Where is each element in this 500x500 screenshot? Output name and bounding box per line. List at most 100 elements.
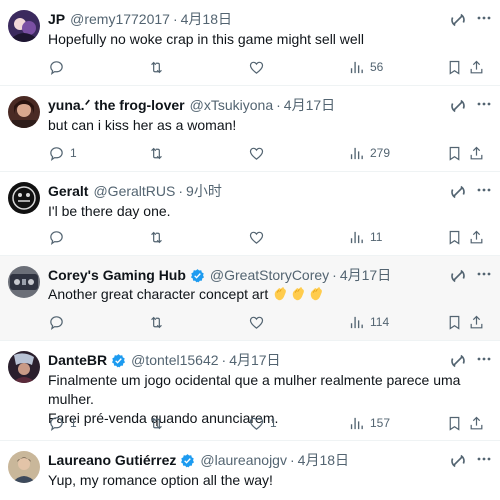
views-button[interactable]: 11	[348, 227, 382, 247]
avatar[interactable]	[8, 96, 40, 128]
avatar[interactable]	[8, 182, 40, 214]
like-icon	[249, 231, 264, 244]
author-name[interactable]: JP	[48, 11, 65, 27]
author-name[interactable]: Geralt	[48, 183, 88, 199]
author-handle[interactable]: @xTsukiyona	[190, 97, 273, 113]
like-button[interactable]	[248, 312, 270, 332]
author-name[interactable]: Corey's Gaming Hub	[48, 267, 186, 283]
like-button[interactable]: 1	[248, 413, 277, 433]
timestamp[interactable]: 9小时	[186, 182, 222, 200]
grok-icon[interactable]	[450, 453, 466, 469]
grok-icon[interactable]	[450, 98, 466, 114]
author-handle[interactable]: @GeraltRUS	[93, 183, 175, 199]
share-button[interactable]	[468, 312, 485, 332]
like-button[interactable]	[248, 57, 270, 77]
separator-dot: ·	[221, 352, 227, 368]
like-icon	[249, 147, 264, 160]
retweet-button[interactable]	[148, 143, 170, 163]
bookmark-button[interactable]	[446, 57, 463, 77]
views-icon	[350, 231, 363, 243]
reply-button[interactable]	[48, 227, 70, 247]
timestamp[interactable]: 4月17日	[340, 266, 391, 284]
views-icon	[350, 147, 363, 159]
timestamp[interactable]: 4月17日	[229, 351, 280, 369]
tweet[interactable]: Laureano Gutiérrez @laureanojgv · 4月18日 …	[0, 441, 500, 500]
views-button[interactable]: 279	[348, 143, 390, 163]
reply-icon	[50, 315, 63, 330]
author-handle[interactable]: @laureanojgv	[200, 452, 287, 468]
views-count: 157	[370, 416, 391, 430]
more-icon[interactable]	[476, 96, 492, 112]
reply-button[interactable]	[48, 57, 70, 77]
views-button[interactable]: 56	[348, 57, 383, 77]
timestamp[interactable]: 4月18日	[298, 451, 349, 469]
avatar[interactable]	[8, 266, 40, 298]
grok-icon[interactable]	[450, 12, 466, 28]
avatar[interactable]	[8, 351, 40, 383]
tweet-text-line: Finalmente um jogo ocidental que a mulhe…	[48, 372, 461, 407]
tweet[interactable]: DanteBR @tontel15642 · 4月17日 Finalmente …	[0, 341, 500, 441]
views-count: 114	[370, 315, 390, 329]
grok-icon[interactable]	[450, 268, 466, 284]
verified-badge-icon	[112, 353, 126, 367]
author-name[interactable]: Laureano Gutiérrez	[48, 452, 176, 468]
author-handle[interactable]: @remy1772017	[70, 11, 170, 27]
bookmark-button[interactable]	[446, 312, 463, 332]
share-icon	[470, 60, 483, 73]
action-bar: 1 279	[48, 143, 486, 163]
reply-button[interactable]: 1	[48, 143, 77, 163]
reply-icon	[50, 146, 63, 161]
more-icon[interactable]	[476, 10, 492, 26]
retweet-button[interactable]	[148, 413, 170, 433]
reply-feed: JP @remy1772017 · 4月18日 Hopefully no wok…	[0, 0, 500, 500]
tweet-text: I'l be there day one.	[48, 203, 171, 219]
author-handle[interactable]: @GreatStoryCorey	[210, 267, 329, 283]
more-icon[interactable]	[476, 266, 492, 282]
share-button[interactable]	[468, 143, 485, 163]
author-name[interactable]: DanteBR	[48, 352, 107, 368]
action-bar: 1 1 157	[48, 413, 486, 433]
author-name[interactable]: yuna.ᐟ the frog-lover	[48, 97, 185, 114]
reply-button[interactable]	[48, 312, 70, 332]
views-button[interactable]: 114	[348, 312, 389, 332]
retweet-icon	[151, 417, 162, 429]
tweet[interactable]: yuna.ᐟ the frog-lover @xTsukiyona · 4月17…	[0, 86, 500, 172]
grok-icon[interactable]	[450, 184, 466, 200]
like-button[interactable]	[248, 227, 270, 247]
retweet-button[interactable]	[148, 312, 170, 332]
share-button[interactable]	[468, 57, 485, 77]
timestamp[interactable]: 4月17日	[284, 96, 335, 114]
bookmark-button[interactable]	[446, 143, 463, 163]
grok-icon[interactable]	[450, 353, 466, 369]
tweet[interactable]: JP @remy1772017 · 4月18日 Hopefully no wok…	[0, 0, 500, 86]
tweet[interactable]: Geralt @GeraltRUS · 9小时 I'l be there day…	[0, 172, 500, 256]
timestamp[interactable]: 4月18日	[181, 10, 232, 28]
views-button[interactable]: 157	[348, 413, 390, 433]
author-handle[interactable]: @tontel15642	[131, 352, 218, 368]
retweet-button[interactable]	[148, 227, 170, 247]
views-icon	[350, 316, 363, 328]
views-icon	[350, 417, 363, 429]
more-icon[interactable]	[476, 351, 492, 367]
avatar[interactable]	[8, 10, 40, 42]
share-icon	[470, 230, 483, 243]
action-bar: 56	[48, 57, 486, 77]
separator-dot: ·	[332, 267, 337, 283]
tweet-text: Another great character concept art	[48, 285, 484, 304]
more-icon[interactable]	[476, 182, 492, 198]
share-button[interactable]	[468, 227, 485, 247]
bookmark-button[interactable]	[446, 227, 463, 247]
bookmark-button[interactable]	[446, 413, 463, 433]
share-button[interactable]	[468, 413, 485, 433]
reply-button[interactable]: 1	[48, 413, 77, 433]
retweet-icon	[151, 316, 162, 328]
tweet-text: Yup, my romance option all the way!	[48, 472, 273, 488]
like-button[interactable]	[248, 143, 270, 163]
separator-dot: ·	[178, 183, 184, 199]
avatar[interactable]	[8, 451, 40, 483]
tweet[interactable]: Corey's Gaming Hub @GreatStoryCorey · 4月…	[0, 256, 500, 341]
bookmark-icon	[449, 230, 460, 245]
bookmark-icon	[449, 60, 460, 75]
retweet-button[interactable]	[148, 57, 170, 77]
more-icon[interactable]	[476, 451, 492, 467]
